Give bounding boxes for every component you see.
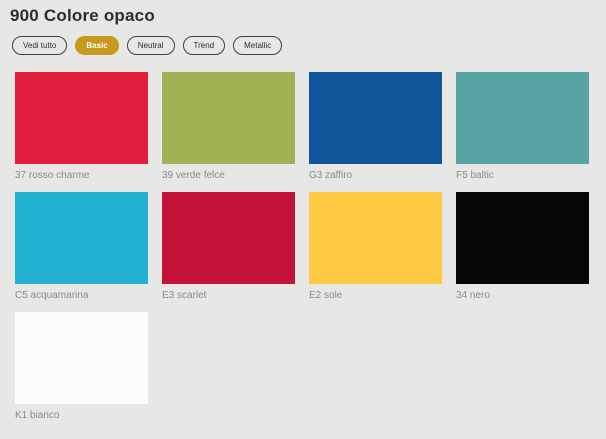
color-swatch-label: F5 baltic <box>456 169 589 182</box>
color-swatch[interactable] <box>456 72 589 164</box>
filter-pill-metallic[interactable]: Metallic <box>233 36 282 55</box>
color-swatch[interactable] <box>309 72 442 164</box>
color-swatch[interactable] <box>15 192 148 284</box>
page-title: 900 Colore opaco <box>10 6 606 26</box>
swatch-cell-f5-baltic[interactable]: F5 baltic <box>456 72 589 182</box>
color-swatch-label: K1 bianco <box>15 409 148 422</box>
color-swatch-label: C5 acquamarina <box>15 289 148 302</box>
filter-pill-vedi-tutto[interactable]: Vedi tutto <box>12 36 67 55</box>
color-swatch-label: 37 rosso charme <box>15 169 148 182</box>
color-swatch-label: 39 verde felce <box>162 169 295 182</box>
color-swatch-label: G3 zaffiro <box>309 169 442 182</box>
swatch-cell-e2-sole[interactable]: E2 sole <box>309 192 442 302</box>
filter-pill-neutral[interactable]: Neutral <box>127 36 175 55</box>
swatch-cell-c5-acquamarina[interactable]: C5 acquamarina <box>15 192 148 302</box>
color-swatch-grid: 37 rosso charme 39 verde felce G3 zaffir… <box>15 72 606 422</box>
swatch-cell-g3-zaffiro[interactable]: G3 zaffiro <box>309 72 442 182</box>
filter-pill-trend[interactable]: Trend <box>183 36 226 55</box>
swatch-cell-k1-bianco[interactable]: K1 bianco <box>15 312 148 422</box>
color-swatch[interactable] <box>15 312 148 404</box>
swatch-cell-34-nero[interactable]: 34 nero <box>456 192 589 302</box>
color-swatch[interactable] <box>162 192 295 284</box>
filter-pill-row: Vedi tutto Basic Neutral Trend Metallic <box>12 36 606 55</box>
color-swatch-label: E3 scarlet <box>162 289 295 302</box>
swatch-cell-e3-scarlet[interactable]: E3 scarlet <box>162 192 295 302</box>
color-swatch-label: E2 sole <box>309 289 442 302</box>
filter-pill-basic[interactable]: Basic <box>75 36 118 55</box>
color-swatch[interactable] <box>15 72 148 164</box>
swatch-cell-37-rosso-charme[interactable]: 37 rosso charme <box>15 72 148 182</box>
color-swatch-label: 34 nero <box>456 289 589 302</box>
color-swatch[interactable] <box>309 192 442 284</box>
swatch-cell-39-verde-felce[interactable]: 39 verde felce <box>162 72 295 182</box>
color-swatch[interactable] <box>162 72 295 164</box>
color-swatch[interactable] <box>456 192 589 284</box>
